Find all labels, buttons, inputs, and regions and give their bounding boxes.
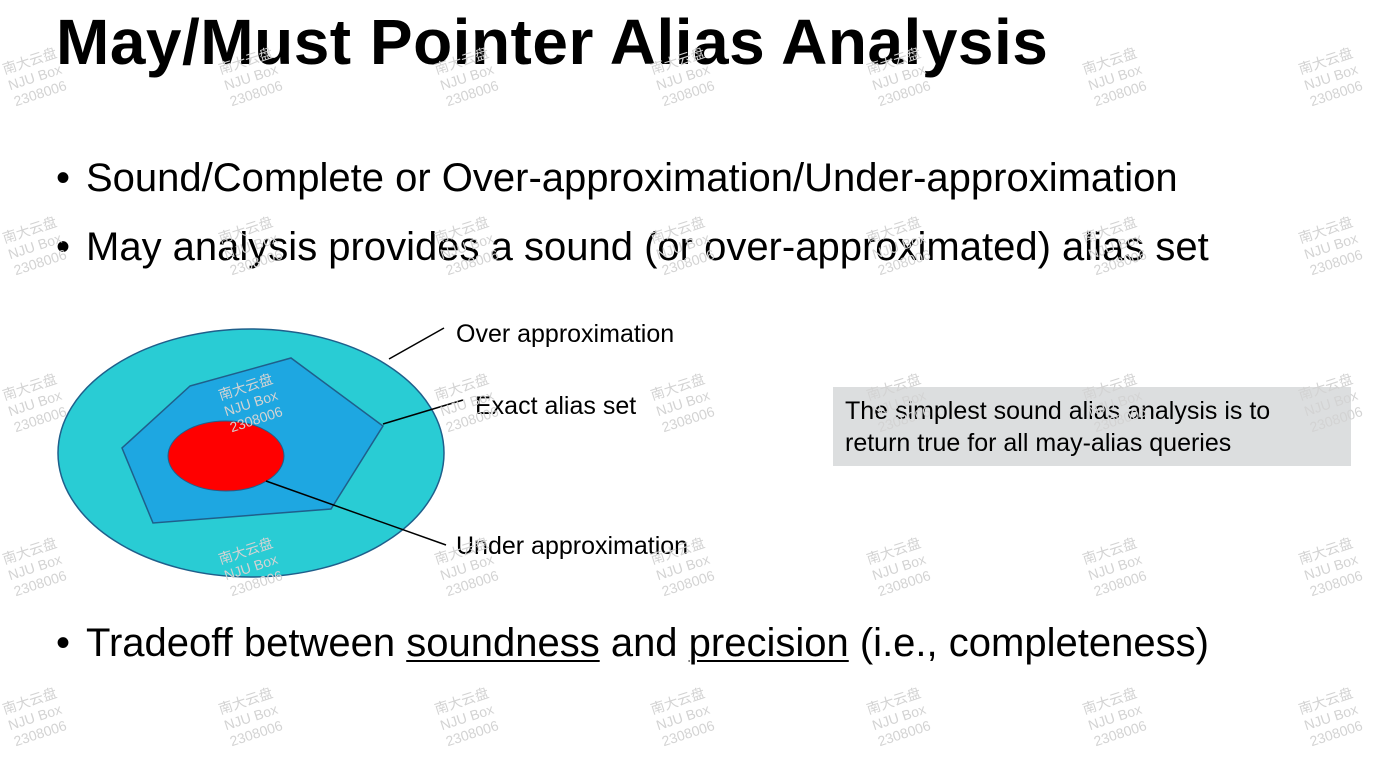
note-line: return true for all may-alias queries [845, 429, 1232, 457]
under-approximation-label: Under approximation [456, 532, 689, 560]
alias-set-diagram [57, 327, 464, 578]
watermark-line: 2308006 [443, 717, 501, 750]
bullet-item: • Tradeoff between soundness and precisio… [56, 620, 1209, 666]
watermark-line: 2308006 [227, 717, 285, 750]
watermark-line: 2308006 [11, 717, 69, 750]
soundness-term: soundness [406, 621, 600, 665]
tradeoff-text-end: (i.e., completeness) [848, 621, 1209, 665]
note-line: The simplest sound alias analysis is to [845, 397, 1271, 425]
tradeoff-text-start: Tradeoff between [86, 621, 407, 665]
over-approximation-leader [388, 327, 445, 360]
watermark-line: 2308006 [659, 717, 717, 750]
precision-term: precision [688, 621, 849, 665]
over-approximation-label: Over approximation [456, 320, 675, 348]
watermark-line: 2308006 [1091, 717, 1149, 750]
exact-alias-set-label: Exact alias set [475, 392, 637, 420]
tradeoff-text-middle: and [599, 621, 689, 665]
bullet-marker: • [56, 621, 71, 665]
slide: May/Must Pointer Alias Analysis • Sound/C… [0, 0, 1377, 749]
watermark-line: 2308006 [875, 717, 933, 750]
note-box: The simplest sound alias analysis is to … [833, 387, 1351, 466]
watermark-line: 2308006 [1307, 717, 1365, 750]
